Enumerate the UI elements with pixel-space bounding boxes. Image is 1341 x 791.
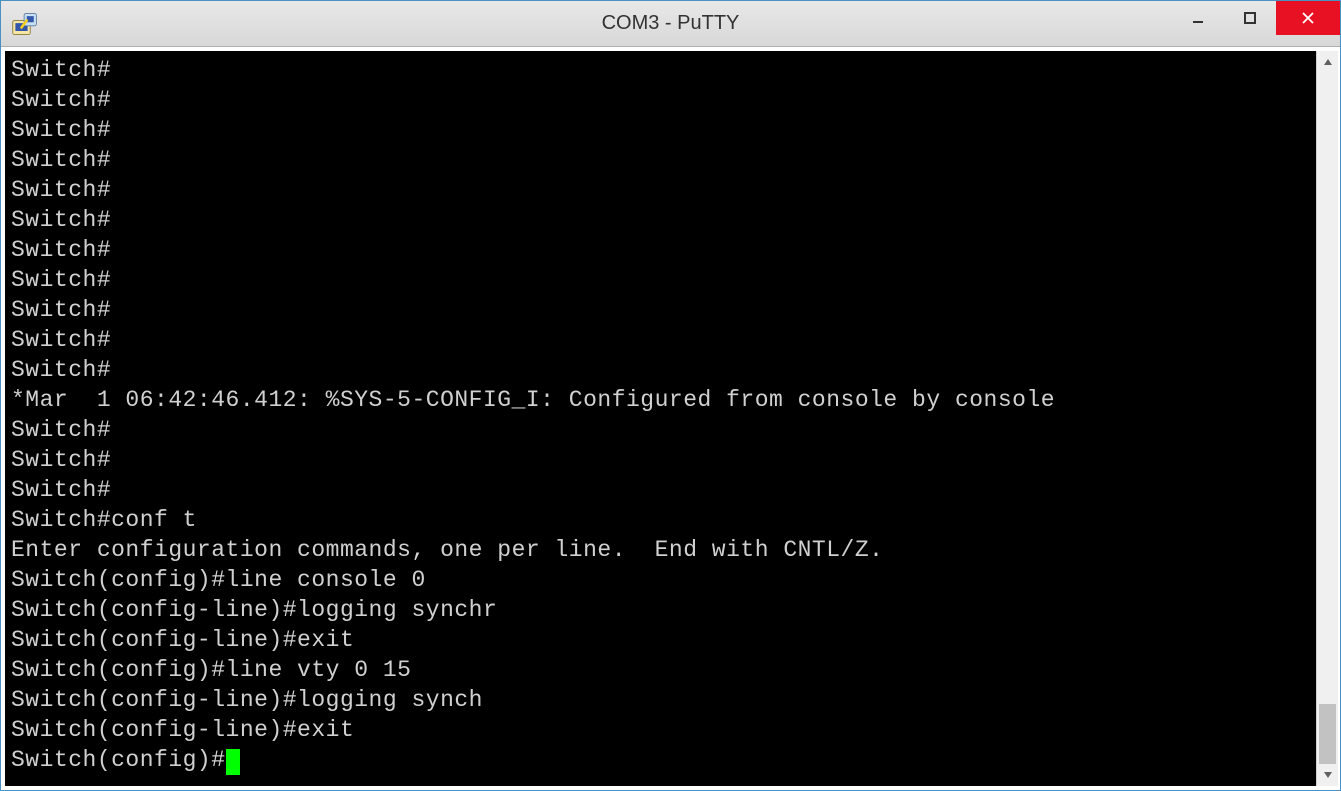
scroll-track[interactable] [1317, 73, 1338, 764]
putty-app-icon [11, 10, 39, 38]
terminal-line: Enter configuration commands, one per li… [11, 535, 1310, 565]
terminal-line: Switch# [11, 325, 1310, 355]
close-button[interactable] [1276, 1, 1340, 35]
maximize-button[interactable] [1224, 1, 1276, 35]
terminal-line: Switch(config-line)#logging synchr [11, 595, 1310, 625]
terminal-line: Switch(config-line)#logging synch [11, 685, 1310, 715]
terminal-line: Switch# [11, 355, 1310, 385]
scroll-up-arrow[interactable] [1317, 51, 1338, 73]
terminal-line: *Mar 1 06:42:46.412: %SYS-5-CONFIG_I: Co… [11, 385, 1310, 415]
terminal-prompt: Switch(config)# [11, 747, 226, 773]
scrollbar[interactable] [1316, 51, 1338, 786]
terminal-line: Switch(config)#line vty 0 15 [11, 655, 1310, 685]
terminal-line: Switch# [11, 265, 1310, 295]
terminal-line: Switch# [11, 445, 1310, 475]
terminal-line: Switch# [11, 295, 1310, 325]
terminal-line: Switch# [11, 145, 1310, 175]
window-controls [1172, 1, 1340, 46]
scroll-thumb[interactable] [1319, 704, 1336, 764]
scroll-down-arrow[interactable] [1317, 764, 1338, 786]
terminal-line: Switch# [11, 55, 1310, 85]
terminal-line: Switch#conf t [11, 505, 1310, 535]
terminal-line: Switch# [11, 205, 1310, 235]
window-title: COM3 - PuTTY [1, 12, 1340, 35]
terminal-line: Switch(config-line)#exit [11, 625, 1310, 655]
terminal-line: Switch# [11, 415, 1310, 445]
terminal-output[interactable]: Switch#Switch#Switch#Switch#Switch#Switc… [5, 51, 1316, 786]
window-titlebar[interactable]: COM3 - PuTTY [1, 1, 1340, 47]
terminal-line: Switch# [11, 235, 1310, 265]
terminal-line: Switch# [11, 85, 1310, 115]
minimize-button[interactable] [1172, 1, 1224, 35]
terminal-line: Switch(config)#line console 0 [11, 565, 1310, 595]
terminal-line: Switch# [11, 175, 1310, 205]
terminal-cursor [226, 749, 240, 775]
terminal-container: Switch#Switch#Switch#Switch#Switch#Switc… [1, 47, 1340, 790]
terminal-line: Switch(config-line)#exit [11, 715, 1310, 745]
terminal-prompt-line: Switch(config)# [11, 745, 1310, 775]
terminal-line: Switch# [11, 475, 1310, 505]
terminal-line: Switch# [11, 115, 1310, 145]
